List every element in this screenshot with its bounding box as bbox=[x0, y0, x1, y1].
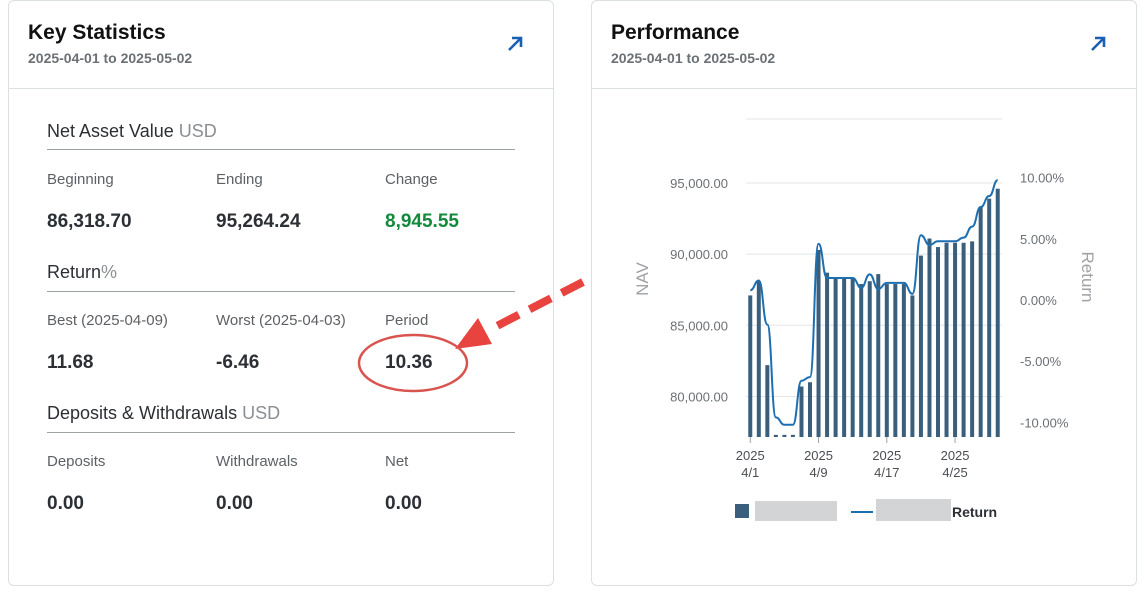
beginning-label: Beginning bbox=[47, 171, 114, 188]
key-statistics-title: Key Statistics bbox=[28, 21, 166, 44]
nav-bar bbox=[893, 284, 898, 437]
withdrawals-value: 0.00 bbox=[216, 493, 253, 514]
net-value: 0.00 bbox=[385, 493, 422, 514]
nav-bar bbox=[995, 188, 1000, 437]
x-tick-year: 2025 bbox=[736, 448, 765, 463]
nav-bar bbox=[765, 365, 770, 437]
y-left-tick-label: 90,000.00 bbox=[670, 247, 728, 262]
nav-bar bbox=[859, 284, 864, 437]
x-tick-year: 2025 bbox=[941, 448, 970, 463]
key-statistics-header: Key Statistics 2025-04-01 to 2025-05-02 bbox=[9, 1, 553, 89]
change-value: 8,945.55 bbox=[385, 211, 459, 232]
return-unit: % bbox=[101, 262, 118, 282]
beginning-value: 86,318.70 bbox=[47, 211, 132, 232]
key-statistics-card: Key Statistics 2025-04-01 to 2025-05-02 … bbox=[8, 0, 554, 586]
y-right-tick-label: 10.00% bbox=[1020, 171, 1065, 186]
return-line bbox=[749, 179, 999, 426]
y-right-tick-label: 0.00% bbox=[1020, 293, 1057, 308]
nav-unit: USD bbox=[178, 121, 217, 141]
x-tick-day: 4/1 bbox=[741, 465, 759, 480]
ending-value: 95,264.24 bbox=[216, 211, 301, 232]
nav-bar bbox=[876, 274, 881, 437]
nav-bar bbox=[918, 255, 923, 437]
nav-title: Net Asset Value bbox=[47, 121, 174, 141]
y-left-tick-label: 95,000.00 bbox=[670, 176, 728, 191]
nav-bar bbox=[773, 434, 778, 437]
nav-bar bbox=[910, 295, 915, 437]
nav-bar bbox=[944, 242, 949, 437]
nav-bar bbox=[748, 295, 753, 437]
nav-bar bbox=[961, 242, 966, 437]
nav-bar bbox=[867, 281, 872, 437]
nav-bar bbox=[884, 284, 889, 437]
withdrawals-label: Withdrawals bbox=[216, 453, 298, 470]
y-right-axis-label: Return bbox=[1078, 251, 1097, 302]
worst-value: -6.46 bbox=[216, 352, 260, 373]
nav-bar bbox=[978, 207, 983, 437]
performance-chart: 95,000.00 90,000.00 85,000.00 80,000.00 10.0… bbox=[633, 118, 1097, 521]
y-left-axis-label: NAV bbox=[633, 261, 652, 295]
best-label: Best (2025-04-09) bbox=[47, 312, 168, 329]
nav-bar bbox=[850, 278, 855, 437]
y-left-tick-label: 80,000.00 bbox=[670, 389, 728, 404]
worst-label: Worst (2025-04-03) bbox=[216, 312, 346, 329]
nav-bar bbox=[970, 241, 975, 437]
legend-redacted-block bbox=[876, 499, 951, 521]
change-label: Change bbox=[385, 171, 438, 188]
y-left-tick-label: 85,000.00 bbox=[670, 318, 728, 333]
legend-nav-label-redacted bbox=[755, 501, 837, 521]
nav-bar bbox=[953, 242, 958, 437]
nav-bar bbox=[790, 434, 795, 437]
nav-bar bbox=[756, 281, 761, 437]
x-tick-year: 2025 bbox=[804, 448, 833, 463]
x-tick-day: 4/9 bbox=[809, 465, 827, 480]
nav-bar bbox=[936, 247, 940, 437]
performance-card: Performance 2025-04-01 to 2025-05-02 95,… bbox=[591, 0, 1137, 586]
nav-bar bbox=[842, 278, 847, 437]
expand-arrow-icon[interactable] bbox=[505, 34, 525, 54]
ending-label: Ending bbox=[216, 171, 263, 188]
nav-bar bbox=[782, 434, 787, 437]
legend-nav-swatch bbox=[735, 504, 749, 518]
deposits-label: Deposits bbox=[47, 453, 106, 470]
y-right-tick-label: -10.00% bbox=[1020, 415, 1069, 430]
x-tick-year: 2025 bbox=[872, 448, 901, 463]
nav-section-title: Net Asset Value USD bbox=[47, 121, 217, 142]
deposits-title: Deposits & Withdrawals bbox=[47, 403, 238, 423]
deposits-section-title: Deposits & Withdrawals USD bbox=[47, 403, 280, 424]
x-tick-day: 4/25 bbox=[942, 465, 967, 480]
period-value: 10.36 bbox=[385, 352, 433, 373]
key-statistics-date-range: 2025-04-01 to 2025-05-02 bbox=[28, 50, 193, 66]
legend-return-label: Return bbox=[952, 504, 997, 520]
return-divider bbox=[47, 291, 515, 292]
return-section-title: Return% bbox=[47, 262, 117, 283]
nav-bar bbox=[816, 249, 821, 437]
nav-bar bbox=[833, 278, 838, 437]
deposits-value: 0.00 bbox=[47, 493, 84, 514]
net-label: Net bbox=[385, 453, 409, 470]
nav-bar bbox=[901, 284, 906, 437]
period-label: Period bbox=[385, 312, 429, 329]
y-right-tick-label: 5.00% bbox=[1020, 232, 1057, 247]
return-title: Return bbox=[47, 262, 102, 282]
y-right-tick-label: -5.00% bbox=[1020, 354, 1062, 369]
nav-bar bbox=[987, 198, 992, 437]
x-tick-day: 4/17 bbox=[874, 465, 899, 480]
nav-bar bbox=[825, 272, 830, 437]
deposits-unit: USD bbox=[242, 403, 281, 423]
nav-bar bbox=[927, 238, 932, 437]
nav-bar bbox=[808, 382, 812, 437]
nav-divider bbox=[47, 149, 515, 150]
deposits-divider bbox=[47, 432, 515, 433]
best-value: 11.68 bbox=[47, 352, 94, 373]
nav-bar bbox=[799, 386, 804, 437]
